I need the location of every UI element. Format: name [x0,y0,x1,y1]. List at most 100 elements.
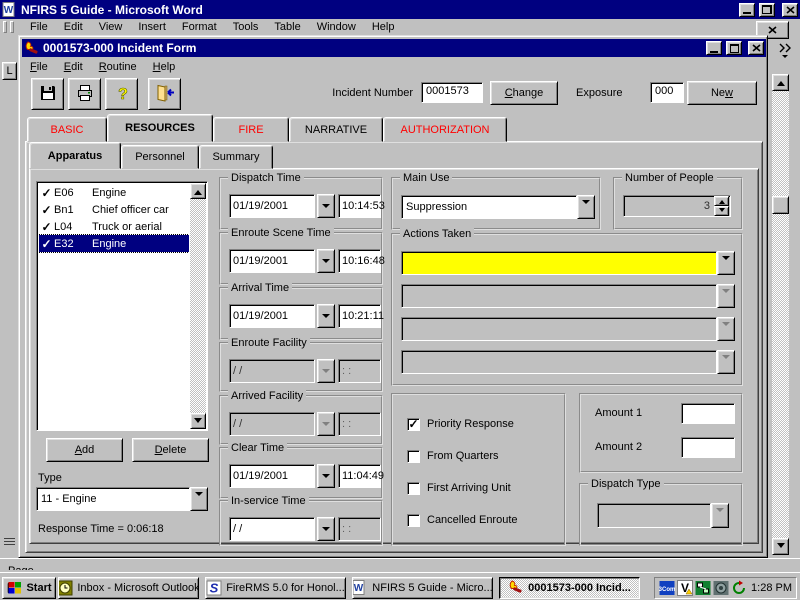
arrived-facility-date-dropdown-button[interactable] [317,412,335,436]
people-spin-down-button[interactable] [714,206,729,216]
unit-list-item-e32[interactable]: ✓E32Engine [39,235,189,252]
unit-list-scroll-up-button[interactable] [190,183,206,199]
main-use-dropdown-button[interactable] [577,195,595,219]
arrived-facility-time-field[interactable]: : : [338,412,381,436]
tray-network-icon[interactable] [695,580,711,596]
word-scrollbar-thumb[interactable] [772,196,789,214]
word-menu-help[interactable]: Help [364,19,403,35]
word-menu-file[interactable]: File [22,19,56,35]
tab-authorization[interactable]: AUTHORIZATION [383,117,507,142]
checkbox-from-quarters[interactable] [407,450,420,463]
main-use-combobox[interactable]: Suppression [401,195,595,219]
tray-3com-icon[interactable]: 3Com [659,580,675,596]
amount1-field[interactable] [681,403,735,424]
clear-time-date-field[interactable]: 01/19/2001 [229,464,315,488]
word-menu-edit[interactable]: Edit [56,19,91,35]
start-button[interactable]: Start [2,577,56,599]
enroute-scene-time-time-field[interactable]: 10:16:48 [338,249,381,273]
tray-sync-icon[interactable] [731,580,747,596]
word-menu-format[interactable]: Format [174,19,225,35]
tab-resources[interactable]: RESOURCES [107,114,213,142]
taskbar-task-0001573-000-incid[interactable]: 0001573-000 Incid... [499,577,640,599]
dialog-menu-routine[interactable]: Routine [91,59,145,75]
actions-taken-combobox-1[interactable] [401,251,735,275]
save-button[interactable] [31,78,64,110]
tray-modem-icon[interactable] [713,580,729,596]
word-menu-insert[interactable]: Insert [130,19,174,35]
unit-list-item-e06[interactable]: ✓E06Engine [39,184,189,201]
word-restore-button[interactable] [759,3,775,17]
print-button[interactable] [68,78,101,110]
enroute-scene-time-date-field[interactable]: 01/19/2001 [229,249,315,273]
dispatch-time-date-field[interactable]: 01/19/2001 [229,194,315,218]
delete-button[interactable]: Delete [132,438,209,462]
change-button[interactable]: Change [490,81,558,105]
word-scrollbar-up-button[interactable] [772,74,789,91]
incident-number-field[interactable]: 0001573 [421,82,483,103]
enroute-facility-date-field[interactable]: / / [229,359,315,383]
unit-list-item-l04[interactable]: ✓L04Truck or aerial [39,218,189,235]
arrival-time-time-field[interactable]: 10:21:11 [338,304,381,328]
actions-taken-dropdown-button-1[interactable] [717,251,735,275]
dispatch-type-combobox[interactable] [597,503,729,528]
enroute-facility-time-field[interactable]: : : [338,359,381,383]
word-minimize-button[interactable] [739,3,755,17]
actions-taken-combobox-2[interactable] [401,284,735,308]
clear-time-date-dropdown-button[interactable] [317,464,335,488]
exposure-field[interactable]: 000 [650,82,684,103]
tab-summary[interactable]: Summary [199,145,273,169]
word-menu-tools[interactable]: Tools [225,19,267,35]
type-combobox[interactable]: 11 - Engine [36,487,208,511]
in-service-time-date-field[interactable]: / / [229,517,315,541]
word-scrollbar-track[interactable] [772,91,789,538]
exit-button[interactable] [148,78,181,110]
help-button[interactable]: ? [105,78,138,110]
unit-list-scrollbar-track[interactable] [190,199,206,413]
word-menu-window[interactable]: Window [309,19,364,35]
arrived-facility-date-field[interactable]: / / [229,412,315,436]
new-button[interactable]: New [687,81,757,105]
actions-taken-combobox-4[interactable] [401,350,735,374]
dialog-maximize-button[interactable] [726,41,742,55]
unit-list-scroll-down-button[interactable] [190,413,206,429]
dialog-menu-help[interactable]: Help [145,59,184,75]
dialog-menu-file[interactable]: File [22,59,56,75]
tray-netware-icon[interactable]: V [677,580,693,596]
dialog-menu-edit[interactable]: Edit [56,59,91,75]
unit-list-item-bn1[interactable]: ✓Bn1Chief officer car [39,201,189,218]
people-spin-up-button[interactable] [714,196,729,206]
actions-taken-combobox-3[interactable] [401,317,735,341]
tab-apparatus[interactable]: Apparatus [29,142,121,169]
add-button[interactable]: Add [46,438,123,462]
checkbox-first-arriving-unit[interactable] [407,482,420,495]
amount2-field[interactable] [681,437,735,458]
actions-taken-dropdown-button-3[interactable] [717,317,735,341]
arrival-time-date-field[interactable]: 01/19/2001 [229,304,315,328]
clear-time-time-field[interactable]: 11:04:49 [338,464,381,488]
enroute-scene-time-date-dropdown-button[interactable] [317,249,335,273]
taskbar-task-nfirs-5-guide-micro[interactable]: WNFIRS 5 Guide - Micro... [352,577,493,599]
checkbox-cancelled-enroute[interactable] [407,514,420,527]
tab-personnel[interactable]: Personnel [121,145,199,169]
enroute-facility-date-dropdown-button[interactable] [317,359,335,383]
word-menu-table[interactable]: Table [266,19,308,35]
word-ruler-tab-selector[interactable]: L [2,62,17,80]
in-service-time-date-dropdown-button[interactable] [317,517,335,541]
dispatch-time-time-field[interactable]: 10:14:53 [338,194,381,218]
dispatch-type-dropdown-button[interactable] [711,503,729,528]
taskbar-task-inbox-microsoft-outlook[interactable]: Inbox - Microsoft Outlook [58,577,199,599]
dispatch-time-date-dropdown-button[interactable] [317,194,335,218]
tab-basic[interactable]: BASIC [27,117,107,142]
arrival-time-date-dropdown-button[interactable] [317,304,335,328]
type-dropdown-button[interactable] [190,487,208,511]
checkbox-priority-response[interactable]: ✓ [407,418,420,431]
actions-taken-dropdown-button-2[interactable] [717,284,735,308]
dialog-minimize-button[interactable] [706,41,722,55]
word-close-button[interactable] [782,3,798,17]
word-toolbar-overflow-button[interactable] [774,42,796,70]
dialog-close-button[interactable] [748,41,764,55]
taskbar-task-firerms-5-0-for-honol[interactable]: SFireRMS 5.0 for Honol... [205,577,346,599]
word-menu-view[interactable]: View [91,19,131,35]
word-scrollbar-down-button[interactable] [772,538,789,555]
tab-narrative[interactable]: NARRATIVE [289,117,383,142]
